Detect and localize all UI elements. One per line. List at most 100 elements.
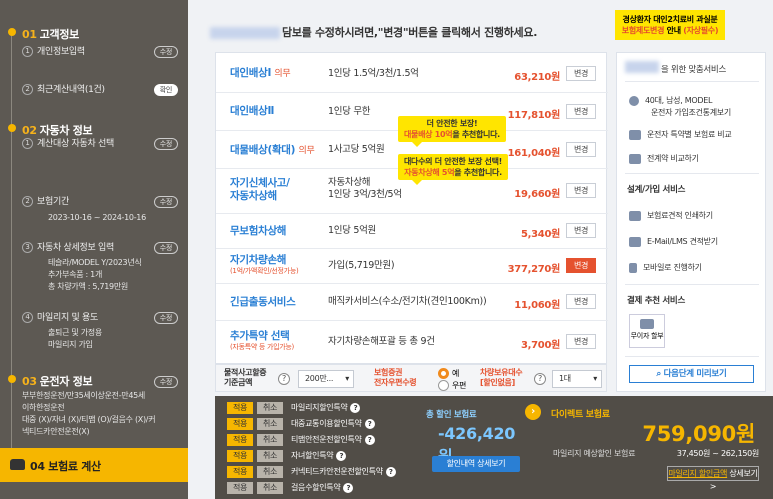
email-quote-link[interactable]: E-Mail/LMS 견적받기 bbox=[629, 236, 718, 247]
step2d-edit-button[interactable]: 수정 bbox=[153, 312, 178, 324]
cancel-button[interactable]: 취소 bbox=[257, 418, 283, 430]
usage: 출퇴근 및 가정용 bbox=[48, 328, 102, 337]
discount-label: 커넥티드카안전운전할인특약? bbox=[291, 466, 396, 478]
change-button[interactable]: 변경 bbox=[566, 66, 596, 81]
coverage-name: 추가특약 선택 (자동특약 등 가입가능) bbox=[230, 330, 294, 351]
apply-button[interactable]: 적용 bbox=[227, 434, 253, 446]
coverage-price: 63,210원 bbox=[514, 72, 560, 83]
step4-title: 04 보험료 계산 bbox=[30, 460, 101, 473]
main: 담보를 수정하시려면,"변경"버튼을 클릭해서 진행하세요. 경상환자 대인2치… bbox=[210, 0, 773, 499]
apply-button[interactable]: 적용 bbox=[227, 482, 253, 494]
next-step-preview-button[interactable]: ⌕ 다음단계 미리보기 bbox=[629, 365, 754, 383]
coverage-desc: 자동차상해 1인당 3억/3천/5억 bbox=[328, 177, 402, 200]
blurred-name bbox=[625, 61, 659, 73]
prev-contract-link[interactable]: 전계약 비교하기 bbox=[629, 153, 699, 164]
print-quote-link[interactable]: 보험료견적 인쇄하기 bbox=[629, 210, 713, 221]
driver-info: 넥티드카안전운전(X) bbox=[22, 427, 90, 436]
step2b-edit-button[interactable]: 수정 bbox=[153, 196, 178, 208]
document-icon bbox=[629, 153, 641, 164]
change-button[interactable]: 변경 bbox=[566, 183, 596, 198]
rider-compare-link[interactable]: 운전자 특약별 보험료 비교 bbox=[629, 129, 732, 140]
cancel-button[interactable]: 취소 bbox=[257, 482, 283, 494]
help-icon[interactable]: ? bbox=[343, 483, 354, 493]
discount-detail-button[interactable]: 할인내역 상세보기 bbox=[432, 456, 520, 472]
direct-premium-label: 다이렉트 보험료 bbox=[551, 410, 610, 420]
step2c-edit-button[interactable]: 수정 bbox=[153, 242, 178, 254]
cancel-button[interactable]: 취소 bbox=[257, 434, 283, 446]
help-icon[interactable]: ? bbox=[350, 403, 361, 413]
person-icon bbox=[629, 129, 641, 140]
total-discount-label: 총 할인 보험료 bbox=[426, 410, 477, 420]
apply-button[interactable]: 적용 bbox=[227, 402, 253, 414]
deductible-select[interactable]: 200만... ▾ bbox=[298, 370, 354, 388]
total-discount: 총 할인 보험료 -426,420원 할인내역 상세보기 bbox=[420, 396, 520, 499]
installment-button[interactable]: 무이자 할부 bbox=[629, 314, 665, 348]
change-button[interactable]: 변경 bbox=[566, 223, 596, 238]
cancel-button[interactable]: 취소 bbox=[257, 450, 283, 462]
mobile-link[interactable]: 모바일로 진행하기 bbox=[629, 262, 702, 273]
coverage-price: 3,700원 bbox=[520, 340, 560, 351]
radio-yes-label: 예 bbox=[452, 369, 460, 378]
apply-button[interactable]: 적용 bbox=[227, 450, 253, 462]
installment-label: 무이자 할부 bbox=[630, 332, 664, 340]
coverage-name: 자기차량손해 (1억/가액확인/선정가능) bbox=[230, 254, 299, 275]
radio-yes[interactable] bbox=[438, 368, 449, 379]
change-button[interactable]: 변경 bbox=[566, 258, 596, 273]
step3-title: 03 운전자 정보 bbox=[22, 375, 93, 388]
apply-button[interactable]: 적용 bbox=[227, 418, 253, 430]
chevron-down-icon: ▾ bbox=[345, 374, 349, 383]
help-icon[interactable]: ? bbox=[336, 451, 347, 461]
car-icon bbox=[10, 459, 25, 470]
cancel-button[interactable]: 취소 bbox=[257, 402, 283, 414]
help-icon[interactable]: ? bbox=[364, 435, 375, 445]
step4-current[interactable]: 04 보험료 계산 bbox=[0, 448, 188, 482]
mobile-icon bbox=[629, 262, 637, 273]
step-dot bbox=[8, 28, 16, 36]
discount-label: 자녀할인특약? bbox=[291, 450, 347, 462]
mileage-discount-value: 37,450원 ~ 262,150원 bbox=[676, 449, 759, 458]
coverage-price: 377,270원 bbox=[507, 264, 561, 275]
step3-edit-button[interactable]: 수정 bbox=[153, 376, 178, 388]
radio-post[interactable] bbox=[438, 380, 449, 391]
arrow-right-icon: › bbox=[525, 404, 541, 420]
help-icon[interactable]: ? bbox=[385, 467, 396, 477]
vehicle-count-select[interactable]: 1대 ▾ bbox=[552, 370, 602, 388]
change-button[interactable]: 변경 bbox=[566, 334, 596, 349]
direct-premium-value: 759,090원 bbox=[642, 422, 755, 446]
car-parts: 추가부속품 : 1개 bbox=[48, 270, 103, 279]
car-value: 총 차량가액 : 5,719만원 bbox=[48, 282, 128, 291]
step2-sub: 1 계산대상 자동차 선택 bbox=[22, 138, 114, 150]
coverage-table: 대인배상Ⅰ 의무 1인당 1.5억/3천/1.5억 63,210원 변경 대인배… bbox=[215, 52, 608, 364]
mail-icon bbox=[629, 236, 641, 247]
mileage-detail-button[interactable]: 마일리지 할인금액 상세보기 > bbox=[667, 466, 759, 491]
coverage-name: 대인배상Ⅰ 의무 bbox=[230, 67, 291, 79]
person-icon bbox=[629, 95, 639, 106]
coverage-price: 161,040원 bbox=[507, 148, 561, 159]
profile-stats-link[interactable]: 40대, 남성, MODEL bbox=[629, 95, 712, 106]
change-button[interactable]: 변경 bbox=[566, 294, 596, 309]
help-icon[interactable]: ? bbox=[278, 373, 290, 385]
coverage-desc: 1사고당 5억원 bbox=[328, 144, 385, 155]
help-icon[interactable]: ? bbox=[364, 419, 375, 429]
profile-stats-label[interactable]: 운전자 가입조건통계보기 bbox=[651, 107, 731, 118]
coverage-row: 무보험차상해 1인당 5억원 5,340원 변경 bbox=[216, 214, 608, 249]
apply-button[interactable]: 적용 bbox=[227, 466, 253, 478]
cancel-button[interactable]: 취소 bbox=[257, 466, 283, 478]
change-button[interactable]: 변경 bbox=[566, 142, 596, 157]
option-label: 보험증권 전자우편수령 bbox=[374, 368, 417, 387]
notice-banner[interactable]: 경상환자 대인2치료비 과실분 보험제도변경 안내 (자상필수) bbox=[615, 10, 725, 40]
step1-edit-button[interactable]: 수정 bbox=[153, 46, 178, 58]
coverage-desc: 1인당 1.5억/3천/1.5억 bbox=[328, 68, 419, 79]
change-button[interactable]: 변경 bbox=[566, 104, 596, 119]
mileage-discount-label: 마일리지 예상할인 보험료 bbox=[553, 449, 636, 458]
step-dot bbox=[8, 375, 16, 383]
coverage-row: 긴급출동서비스 매직카서비스(수소/전기차(견인100Km)) 11,060원 … bbox=[216, 284, 608, 321]
step2-edit-button[interactable]: 수정 bbox=[153, 138, 178, 150]
coverage-desc: 가입(5,719만원) bbox=[328, 260, 395, 271]
help-icon[interactable]: ? bbox=[534, 373, 546, 385]
coverage-name: 대물배상(확대) 의무 bbox=[230, 144, 315, 156]
step1b-check-button[interactable]: 확인 bbox=[153, 84, 178, 96]
search-icon: ⌕ bbox=[656, 369, 662, 379]
driver-info: 부부한정운전/만35세이상운전-만45세 bbox=[22, 391, 145, 400]
step1-title: 01 고객정보 bbox=[22, 28, 79, 41]
